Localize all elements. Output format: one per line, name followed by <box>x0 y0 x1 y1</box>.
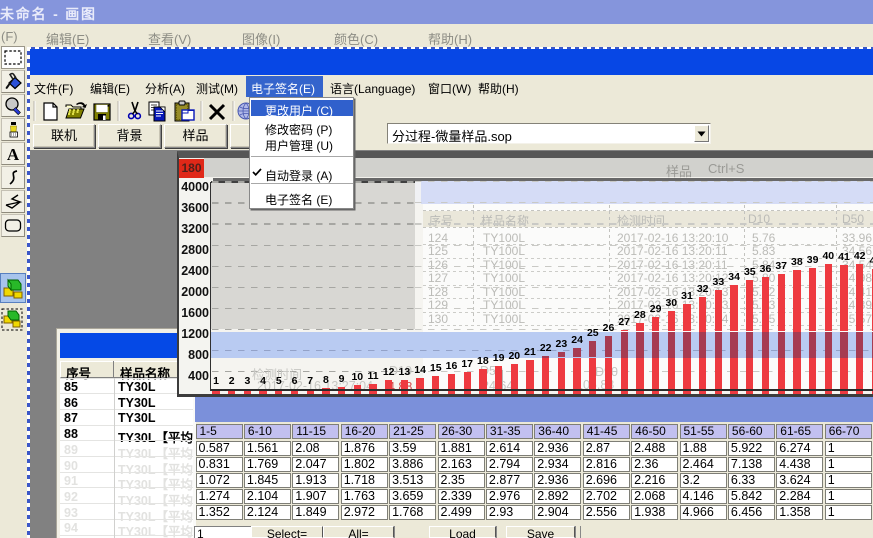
svg-text:A: A <box>7 145 20 164</box>
